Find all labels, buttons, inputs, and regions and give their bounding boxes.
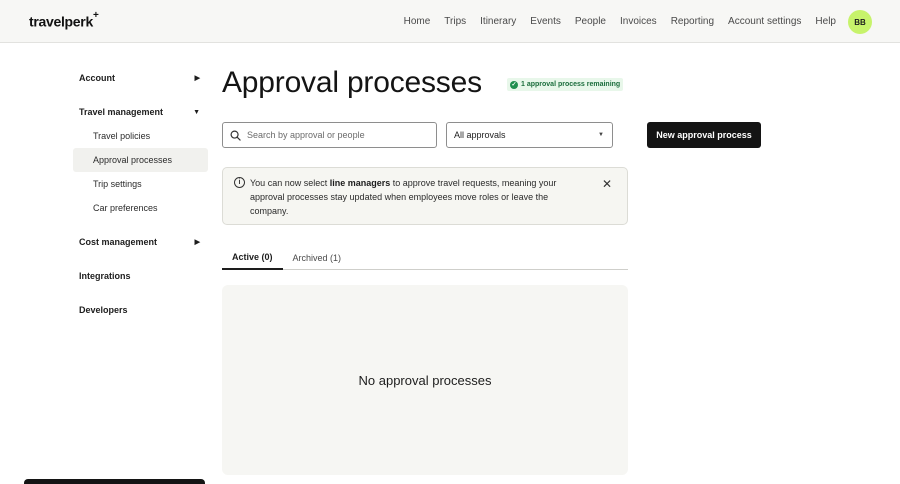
nav-people[interactable]: People [575,16,606,27]
sidebar-section-cost-management[interactable]: Cost management ▶ [73,230,208,254]
select-value: All approvals [454,130,506,140]
page-title: Approval processes [222,66,482,99]
empty-state-panel: No approval processes [222,285,628,475]
approvals-filter-select[interactable]: All approvals ▼ [446,122,613,148]
caret-down-icon: ▼ [193,108,200,116]
approval-tabs: Active (0) Archived (1) [222,246,628,270]
nav-help[interactable]: Help [815,16,836,27]
nav-events[interactable]: Events [530,16,561,27]
logo-text: travelperk [29,13,93,30]
sidebar-section-label: Account [79,73,115,83]
empty-state-text: No approval processes [358,372,492,388]
chevron-down-icon: ▼ [598,132,604,138]
main-nav: Home Trips Itinerary Events People Invoi… [404,0,836,43]
sidebar-section-label: Developers [79,305,128,315]
close-icon[interactable]: ✕ [602,177,612,191]
new-approval-process-button[interactable]: New approval process [647,122,761,148]
search-input[interactable] [247,130,427,140]
nav-invoices[interactable]: Invoices [620,16,657,27]
settings-sidebar: Account ▶ Travel management ▼ Travel pol… [73,66,208,322]
logo-plus: + [92,10,99,21]
info-icon: i [234,177,245,188]
bottom-toast-bar [24,479,205,484]
sidebar-section-travel-management[interactable]: Travel management ▼ [73,100,208,124]
tab-archived[interactable]: Archived (1) [283,246,352,270]
status-badge-text: 1 approval process remaining [521,81,621,88]
caret-right-icon: ▶ [194,75,200,82]
sidebar-section-integrations[interactable]: Integrations [73,264,208,288]
nav-itinerary[interactable]: Itinerary [480,16,516,27]
info-banner-text: You can now select line managers to appr… [250,178,557,216]
sidebar-section-label: Travel management [79,107,164,117]
sidebar-section-label: Integrations [79,271,131,281]
sidebar-item-trip-settings[interactable]: Trip settings [73,172,208,196]
info-banner: i You can now select line managers to ap… [222,167,628,225]
user-avatar[interactable]: BB [848,10,872,34]
travelperk-logo[interactable]: travelperk+ [29,10,99,30]
sidebar-item-car-preferences[interactable]: Car preferences [73,196,208,220]
nav-home[interactable]: Home [404,16,431,27]
top-navigation-bar: travelperk+ Home Trips Itinerary Events … [0,0,900,43]
sidebar-item-approval-processes[interactable]: Approval processes [73,148,208,172]
sidebar-section-label: Cost management [79,237,158,247]
sidebar-item-travel-policies[interactable]: Travel policies [73,124,208,148]
tab-active[interactable]: Active (0) [222,246,283,270]
sidebar-section-account[interactable]: Account ▶ [73,66,208,90]
check-circle-icon: ✓ [510,80,518,89]
search-field[interactable] [222,122,437,148]
nav-reporting[interactable]: Reporting [671,16,714,27]
search-icon [230,130,241,141]
sidebar-section-developers[interactable]: Developers [73,298,208,322]
nav-account-settings[interactable]: Account settings [728,16,801,27]
caret-right-icon: ▶ [194,239,200,246]
nav-trips[interactable]: Trips [444,16,466,27]
status-badge: ✓ 1 approval process remaining [507,78,624,91]
